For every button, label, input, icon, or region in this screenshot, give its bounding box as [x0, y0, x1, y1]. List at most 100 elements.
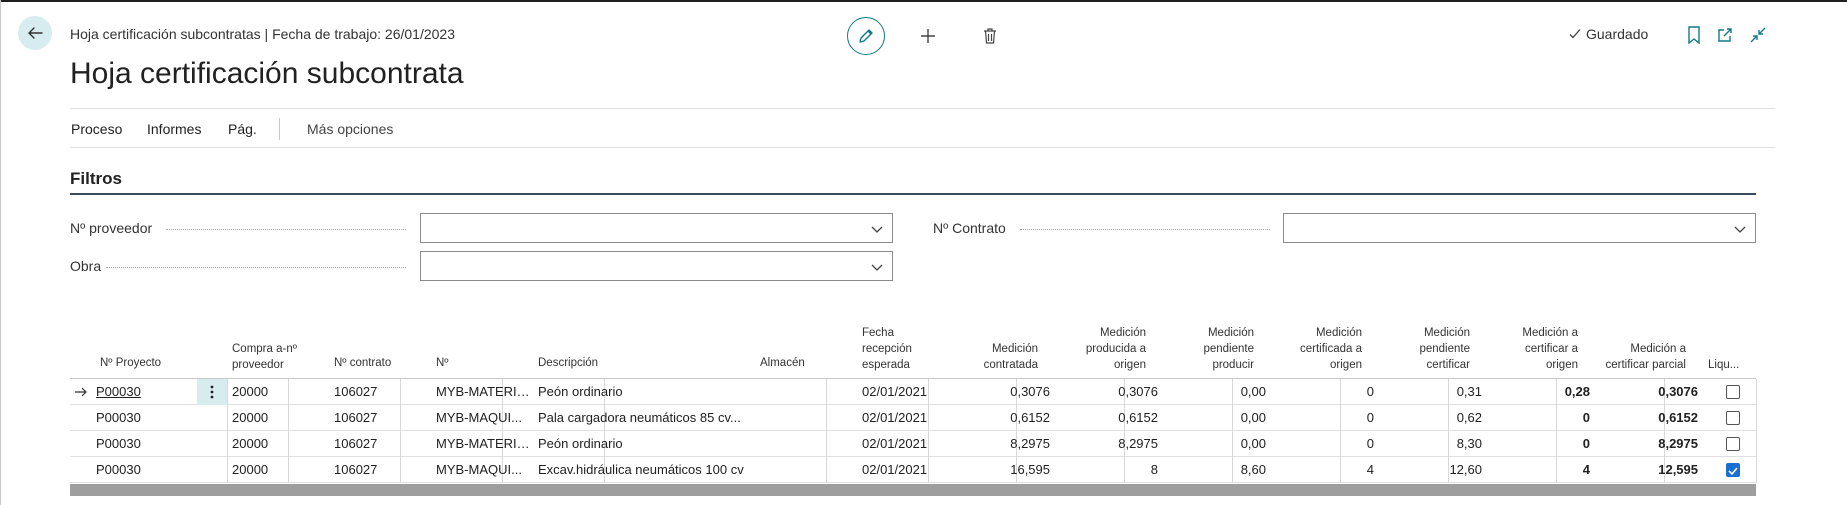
cell-descripcion: Peón ordinario — [538, 436, 623, 451]
cell-med-pend-producir: 0,00 — [1240, 410, 1266, 425]
column-divider — [1756, 457, 1757, 483]
cell-compra: 20000 — [232, 462, 269, 477]
cell-almacen — [756, 405, 856, 431]
cell-med-contratada: 16,595 — [1010, 462, 1050, 477]
delete-button[interactable] — [976, 22, 1004, 50]
horizontal-scrollbar[interactable] — [70, 484, 1756, 496]
action-pagina[interactable]: Pág. — [228, 121, 257, 137]
cell-contrato: 106027 — [334, 462, 378, 477]
action-bar: Proceso Informes Pág. Más opciones — [70, 108, 1775, 148]
cell-contrato: 106027 — [334, 436, 378, 451]
obra-leader-dots — [106, 267, 406, 268]
col-proyecto[interactable]: Nº Proyecto — [100, 355, 161, 371]
cell-med-pend-producir: 0,00 — [1240, 436, 1266, 451]
col-med-parcial-line1[interactable]: Medición a — [1576, 341, 1686, 357]
cell-proyecto[interactable]: P00030 — [92, 379, 192, 405]
more-vertical-icon — [210, 385, 214, 399]
cell-med-a-certificar: 0,28 — [1564, 384, 1590, 399]
col-med-pend-producir-line1[interactable]: Medición — [1154, 325, 1254, 341]
cell-descripcion: Pala cargadora neumáticos 85 cv... — [538, 410, 741, 425]
row-actions-button[interactable] — [197, 379, 227, 405]
edit-button[interactable] — [847, 17, 885, 55]
col-med-pend-producir-line3[interactable]: producir — [1154, 357, 1254, 373]
open-new-window-button[interactable] — [1712, 22, 1738, 48]
liquidado-checkbox[interactable] — [1726, 385, 1740, 399]
col-med-producida-line1[interactable]: Medición — [1046, 325, 1146, 341]
contrato-select[interactable] — [1283, 213, 1756, 243]
col-compra-line2[interactable]: proveedor — [232, 357, 284, 373]
obra-select[interactable] — [420, 251, 893, 281]
col-contrato[interactable]: Nº contrato — [334, 355, 391, 371]
cell-fecha: 02/01/2021 — [862, 436, 928, 451]
open-new-window-icon — [1718, 28, 1732, 42]
col-fecha-line3[interactable]: esperada — [862, 357, 910, 373]
table-row[interactable]: P00030 20000 106027 MYB-MATERIAL Peón ordina… — [70, 431, 1757, 457]
col-descripcion[interactable]: Descripción — [538, 355, 598, 371]
column-divider — [1756, 431, 1757, 457]
collapse-button[interactable] — [1745, 22, 1771, 48]
col-med-contratada-line2[interactable]: contratada — [938, 357, 1038, 373]
save-status: Guardado — [1568, 26, 1648, 42]
liquidado-checkbox[interactable] — [1726, 437, 1740, 451]
cell-med-a-certificar: 4 — [1582, 462, 1590, 477]
plus-icon — [921, 29, 935, 43]
table-row[interactable]: P00030 20000 106027 MYB-MAQUI... Pala cargad… — [70, 405, 1757, 431]
arrow-left-icon — [28, 27, 43, 39]
cell-med-pend-certificar: 0,62 — [1456, 410, 1482, 425]
window-left-border — [0, 0, 1, 505]
cell-proyecto: P00030 — [96, 410, 141, 425]
proveedor-select[interactable] — [420, 213, 893, 243]
col-med-pend-certificar-line1[interactable]: Medición — [1370, 325, 1470, 341]
col-med-certificada-line1[interactable]: Medición — [1262, 325, 1362, 341]
cell-med-a-certificar: 0 — [1582, 436, 1590, 451]
action-mas-opciones[interactable]: Más opciones — [307, 121, 393, 137]
chevron-down-icon — [871, 264, 883, 271]
liquidado-checkbox[interactable] — [1726, 463, 1740, 477]
col-med-a-certificar-line2[interactable]: certificar a — [1478, 341, 1578, 357]
bookmark-button[interactable] — [1681, 22, 1707, 48]
cell-med-parcial: 12,595 — [1658, 462, 1698, 477]
action-proceso[interactable]: Proceso — [71, 121, 122, 137]
col-med-parcial-line2[interactable]: certificar parcial — [1576, 357, 1686, 373]
column-divider — [288, 379, 289, 405]
cell-med-pend-producir: 8,60 — [1240, 462, 1266, 477]
column-divider — [288, 405, 289, 431]
cell-descripcion: Excav.hidráulica neumáticos 100 cv — [538, 462, 744, 477]
column-divider — [288, 431, 289, 457]
cell-med-contratada: 0,6152 — [1010, 410, 1050, 425]
proveedor-label: Nº proveedor — [70, 220, 153, 236]
column-divider — [400, 431, 401, 457]
table-row[interactable]: P00030 20000 106027 MYB-MATERIAL Peón ordina… — [70, 379, 1757, 405]
liquidado-checkbox[interactable] — [1726, 411, 1740, 425]
col-liquidado[interactable]: Liqu... — [1708, 357, 1739, 373]
col-med-contratada-line1[interactable]: Medición — [938, 341, 1038, 357]
col-med-pend-certificar-line3[interactable]: certificar — [1370, 357, 1470, 373]
back-button[interactable] — [18, 16, 52, 50]
col-med-a-certificar-line3[interactable]: origen — [1478, 357, 1578, 373]
col-no[interactable]: Nº — [436, 355, 449, 371]
col-compra-line1[interactable]: Compra a-nº — [232, 341, 297, 357]
col-med-certificada-line3[interactable]: origen — [1262, 357, 1362, 373]
action-informes[interactable]: Informes — [147, 121, 201, 137]
cell-no: MYB-MATERIAL — [436, 436, 533, 451]
cell-almacen — [756, 457, 856, 483]
table-row[interactable]: P00030 20000 106027 MYB-MAQUI... Excav.hidrá… — [70, 457, 1757, 483]
col-med-pend-certificar-line2[interactable]: pendiente — [1370, 341, 1470, 357]
checkmark-icon — [1569, 29, 1581, 39]
cell-med-producida: 8,2975 — [1118, 436, 1158, 451]
col-med-pend-producir-line2[interactable]: pendiente — [1154, 341, 1254, 357]
action-separator — [279, 118, 280, 140]
col-fecha-line2[interactable]: recepción — [862, 341, 912, 357]
cell-med-certificada: 4 — [1366, 462, 1374, 477]
cell-med-pend-producir: 0,00 — [1240, 384, 1266, 399]
col-med-a-certificar-line1[interactable]: Medición a — [1478, 325, 1578, 341]
breadcrumb: Hoja certificación subcontratas | Fecha … — [70, 26, 455, 42]
column-divider — [288, 457, 289, 483]
column-divider — [1756, 379, 1757, 405]
col-med-certificada-line2[interactable]: certificada a — [1262, 341, 1362, 357]
col-med-producida-line2[interactable]: producida a — [1046, 341, 1146, 357]
col-fecha-line1[interactable]: Fecha — [862, 325, 894, 341]
new-button[interactable] — [914, 22, 942, 50]
col-almacen[interactable]: Almacén — [760, 355, 805, 371]
col-med-producida-line3[interactable]: origen — [1046, 357, 1146, 373]
